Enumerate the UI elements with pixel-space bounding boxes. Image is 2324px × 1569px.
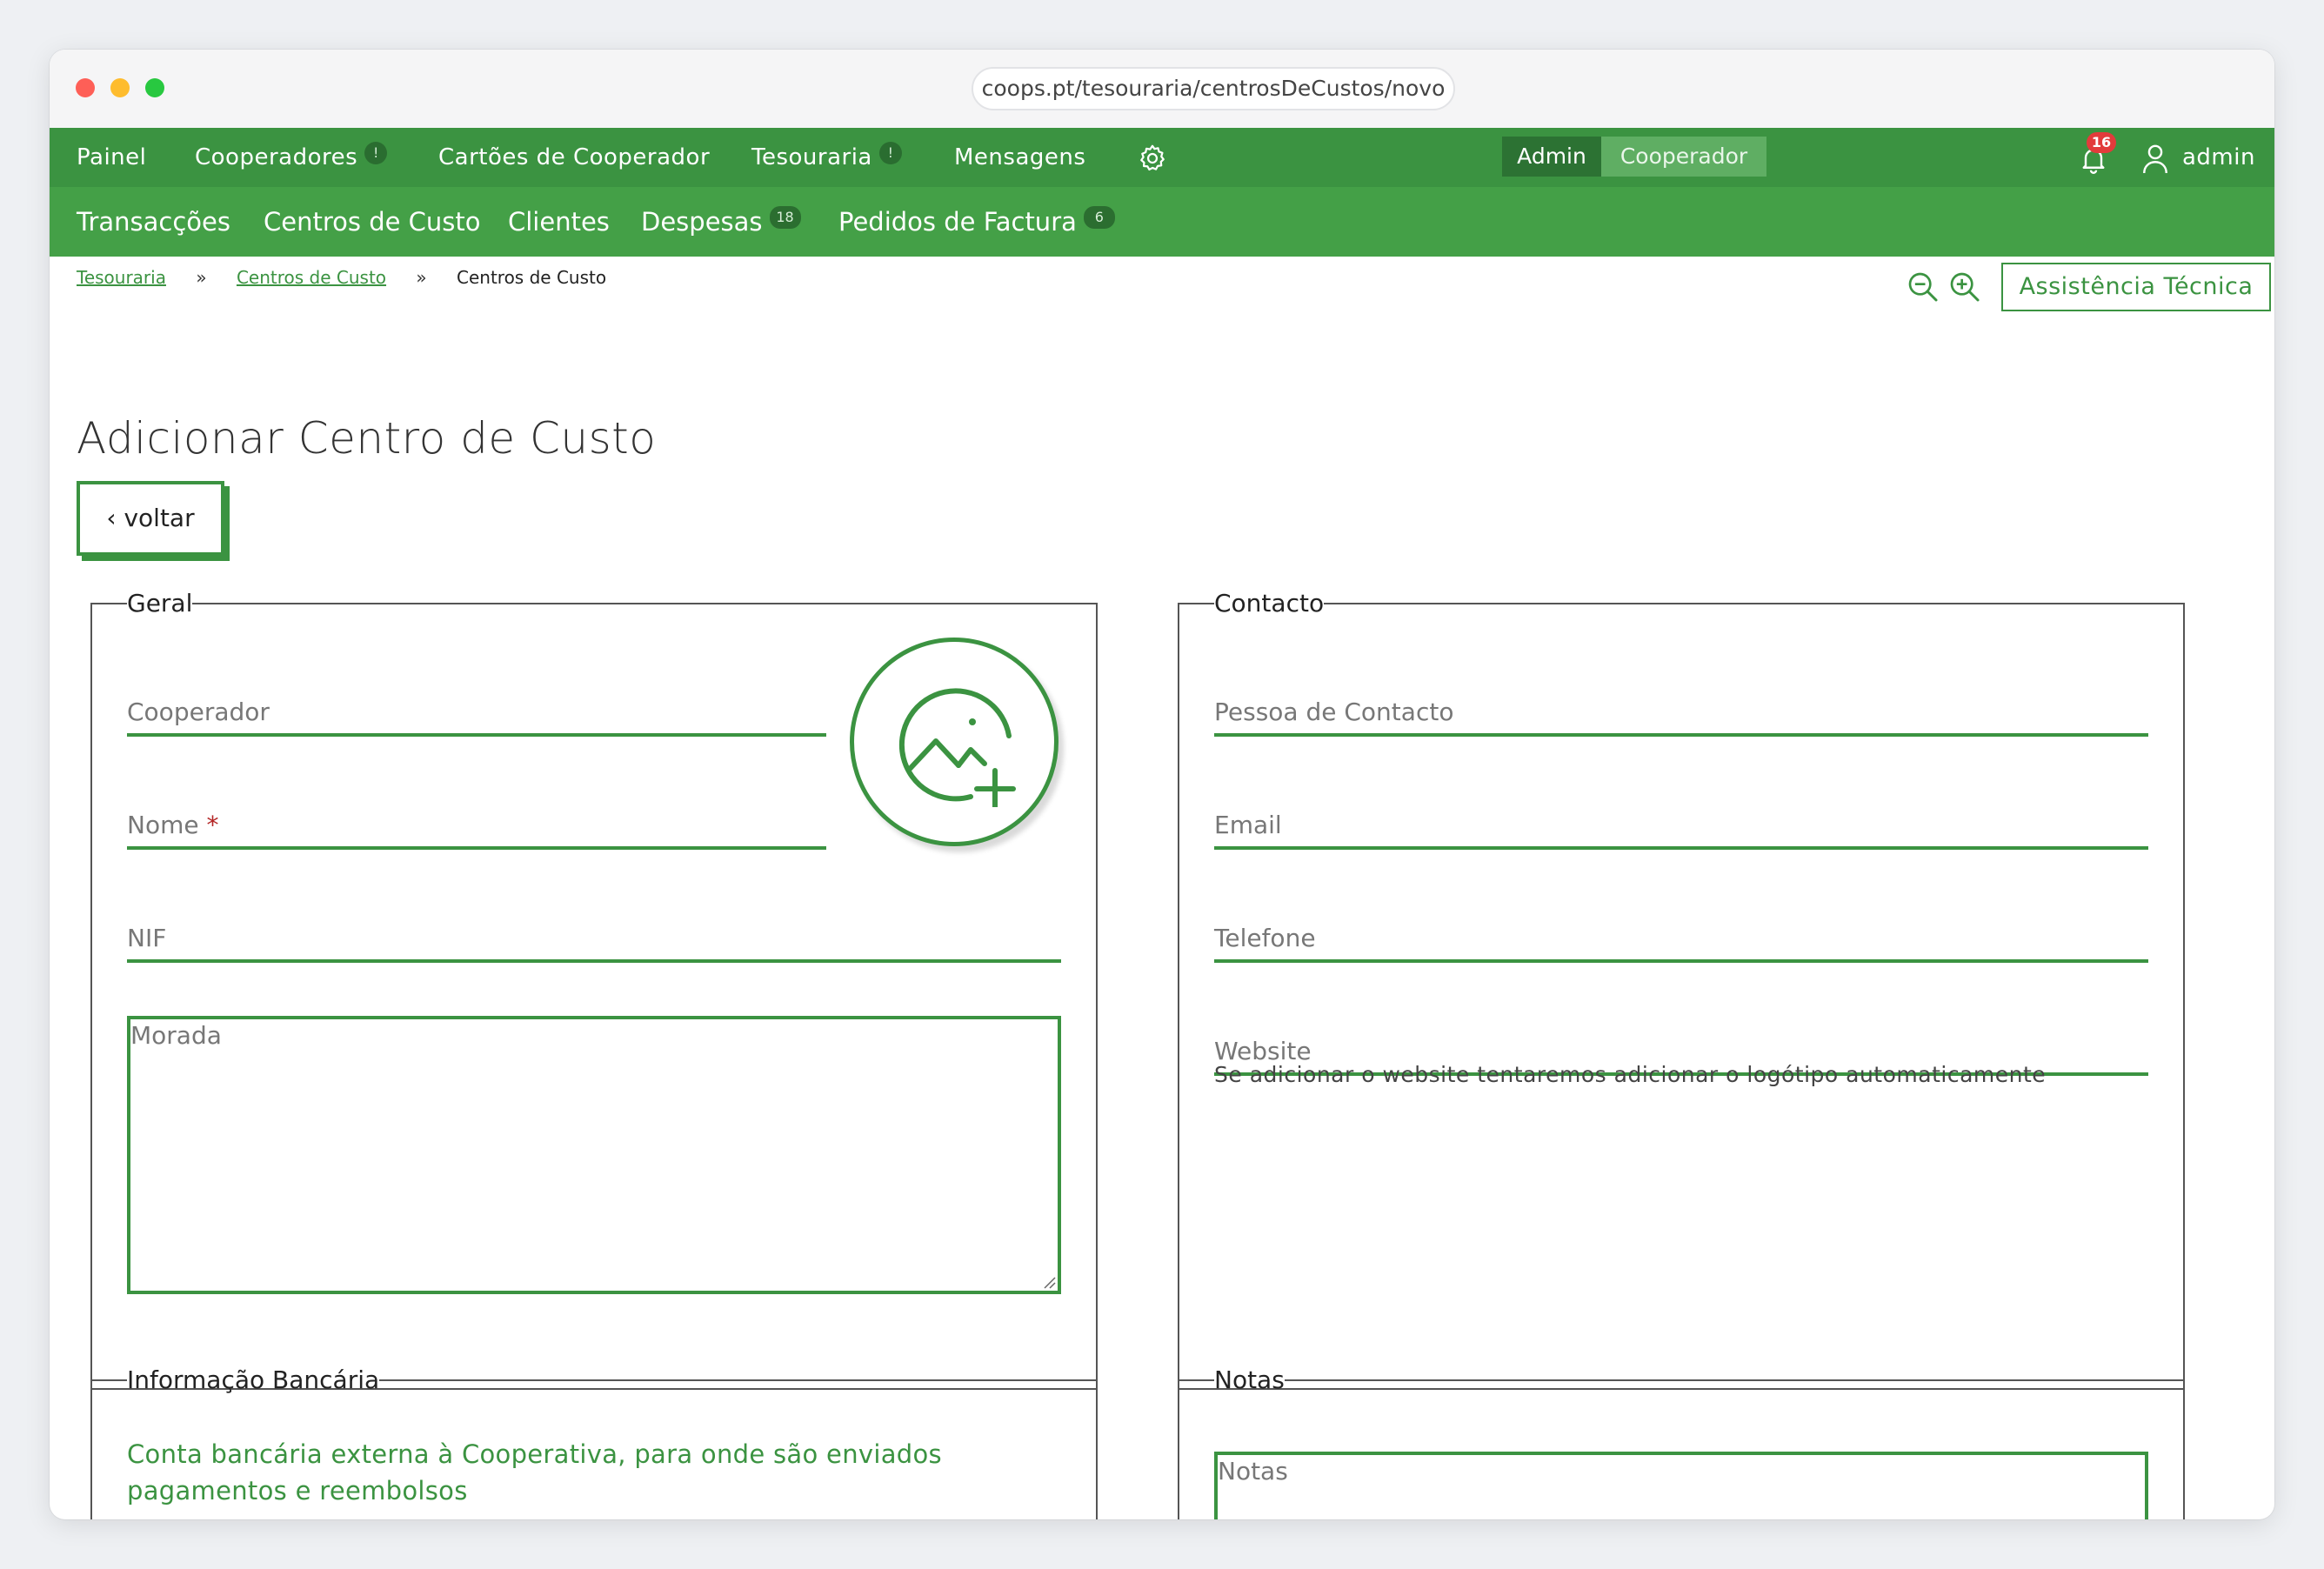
role-cooperador-toggle[interactable]: Cooperador <box>1601 137 1766 177</box>
nav-item-cartoes[interactable]: Cartões de Cooperador <box>438 128 710 187</box>
alert-badge: ! <box>878 142 902 164</box>
browser-window: coops.pt/tesouraria/centrosDeCustos/novo… <box>50 50 2274 1519</box>
resize-grip-icon[interactable] <box>1042 1275 1056 1289</box>
user-menu[interactable]: admin <box>2182 128 2255 187</box>
count-badge: 18 <box>769 206 801 229</box>
website-hint: Se adicionar o website tentaremos adicio… <box>1214 1062 2047 1087</box>
zoom-out-icon[interactable] <box>1906 270 1940 304</box>
user-icon[interactable] <box>2140 142 2170 175</box>
field-label: Email <box>1214 811 1282 839</box>
subnav-item-label: Pedidos de Factura <box>838 207 1077 237</box>
section-legend: Geral <box>127 589 193 618</box>
count-badge: 6 <box>1083 206 1115 229</box>
field-label-text: Nome <box>127 811 199 839</box>
section-legend: Contacto <box>1214 589 1325 618</box>
field-label: Telefone <box>1214 924 1316 952</box>
breadcrumb: Tesouraria » Centros de Custo » Centros … <box>77 267 606 288</box>
address-bar[interactable]: coops.pt/tesouraria/centrosDeCustos/novo <box>972 67 1455 110</box>
notas-textarea[interactable]: Notas <box>1214 1452 2148 1519</box>
morada-textarea[interactable]: Morada <box>127 1016 1061 1294</box>
nif-field[interactable]: NIF <box>127 924 1061 963</box>
breadcrumb-separator: » <box>196 267 207 288</box>
subnav-item-despesas[interactable]: Despesas 18 <box>641 187 801 257</box>
gear-icon[interactable] <box>1137 143 1168 174</box>
subnav-item-clientes[interactable]: Clientes <box>508 187 610 257</box>
add-image-icon <box>898 688 1016 807</box>
nav-item-tesouraria[interactable]: Tesouraria! <box>751 128 902 187</box>
back-button[interactable]: ‹ voltar <box>77 481 224 556</box>
required-mark: * <box>206 811 219 839</box>
field-label: Notas <box>1218 1457 1288 1486</box>
page-title: Adicionar Centro de Custo <box>77 413 657 464</box>
close-window-button[interactable] <box>76 78 95 97</box>
nav-item-label: Painel <box>77 144 147 170</box>
pessoa-contacto-field[interactable]: Pessoa de Contacto <box>1214 698 2148 737</box>
nav-item-cooperadores[interactable]: Cooperadores! <box>195 128 388 187</box>
subnav-item-label: Centros de Custo <box>264 207 481 237</box>
field-label: Cooperador <box>127 698 270 726</box>
field-label: Nome * <box>127 811 218 839</box>
maximize-window-button[interactable] <box>145 78 164 97</box>
minimize-window-button[interactable] <box>110 78 130 97</box>
nome-field[interactable]: Nome * <box>127 811 826 850</box>
subnav-item-centros-de-custo[interactable]: Centros de Custo <box>264 187 481 257</box>
role-admin-toggle[interactable]: Admin <box>1502 137 1601 177</box>
nav-item-mensagens[interactable]: Mensagens <box>954 128 1085 187</box>
breadcrumb-current: Centros de Custo <box>457 267 607 288</box>
field-label: Morada <box>130 1021 222 1050</box>
logo-upload-button[interactable] <box>850 638 1058 846</box>
nav-item-label: Cartões de Cooperador <box>438 144 711 170</box>
bank-account-description: Conta bancária externa à Cooperativa, pa… <box>127 1439 942 1506</box>
subnav-item-label: Clientes <box>508 207 610 237</box>
nav-item-label: Cooperadores <box>195 144 358 170</box>
nav-item-label: Tesouraria <box>751 144 872 170</box>
nav-item-label: Mensagens <box>954 144 1086 170</box>
nav-item-painel[interactable]: Painel <box>77 128 146 187</box>
alert-badge: ! <box>364 142 388 164</box>
notification-count-badge: 16 <box>2087 132 2116 153</box>
field-label: Pessoa de Contacto <box>1214 698 1454 726</box>
telefone-field[interactable]: Telefone <box>1214 924 2148 963</box>
technical-support-button[interactable]: Assistência Técnica <box>2001 263 2271 311</box>
field-label: NIF <box>127 924 167 952</box>
section-legend: Informação Bancária <box>127 1365 380 1394</box>
section-legend: Notas <box>1214 1365 1285 1394</box>
subnav-item-pedidos-de-factura[interactable]: Pedidos de Factura 6 <box>838 187 1115 257</box>
subnav-item-transaccoes[interactable]: Transacções <box>77 187 230 257</box>
breadcrumb-link-tesouraria[interactable]: Tesouraria <box>77 267 166 288</box>
breadcrumb-separator: » <box>416 267 427 288</box>
subnav-item-label: Despesas <box>641 207 763 237</box>
cooperador-field[interactable]: Cooperador <box>127 698 826 737</box>
sub-nav: Transacções Centros de Custo Clientes De… <box>50 187 2274 257</box>
browser-titlebar: coops.pt/tesouraria/centrosDeCustos/novo <box>50 50 2274 128</box>
email-field[interactable]: Email <box>1214 811 2148 850</box>
subnav-item-label: Transacções <box>77 207 230 237</box>
zoom-in-icon[interactable] <box>1947 270 1982 304</box>
top-nav: Painel Cooperadores! Cartões de Cooperad… <box>50 128 2274 187</box>
breadcrumb-link-centros-de-custo[interactable]: Centros de Custo <box>237 267 386 288</box>
